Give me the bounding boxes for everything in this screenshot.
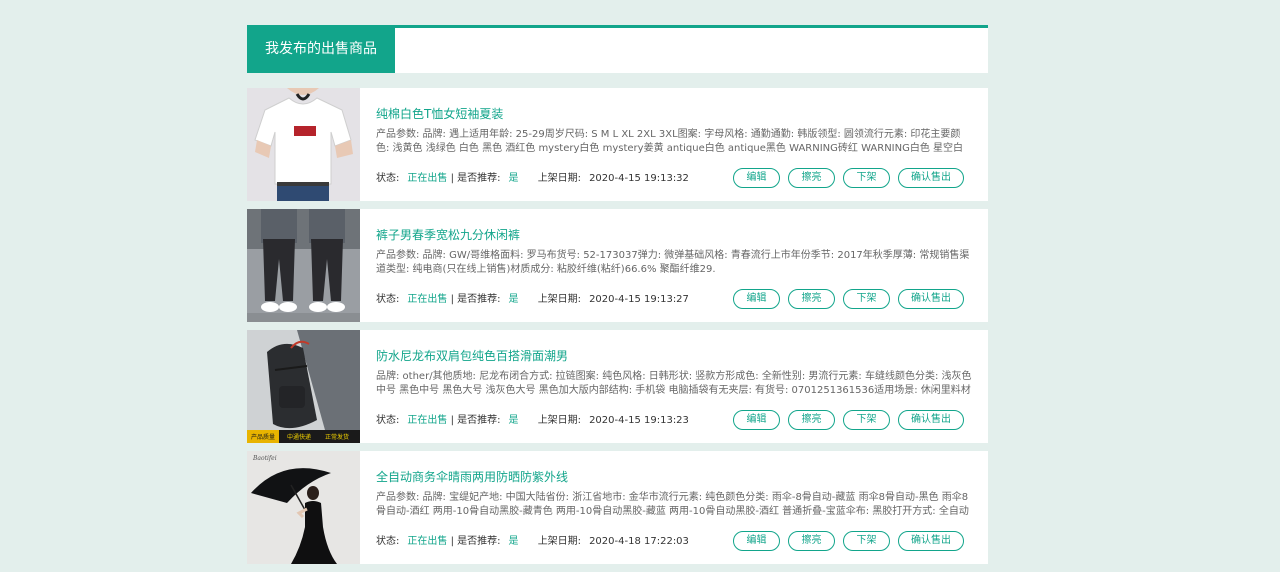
status-value: 正在出售 — [407, 536, 448, 547]
recommend-value: 是 — [508, 415, 519, 426]
confirm-sold-button[interactable]: 确认售出 — [898, 289, 964, 309]
item-title[interactable]: 全自动商务伞晴雨两用防晒防紫外线 — [376, 468, 568, 485]
item-meta: 状态: 正在出售 | 是否推荐: 是 上架日期: 2020-4-15 19:13:32 — [376, 169, 689, 184]
date-label: 上架日期: — [537, 415, 582, 426]
image-caption-left: 产品质量 — [251, 433, 275, 441]
product-image-tshirt[interactable] — [247, 88, 360, 201]
item-actions: 编辑 擦亮 下架 确认售出 — [733, 531, 964, 551]
image-caption-mid: 中通快递 — [287, 433, 311, 441]
status-label: 状态: — [376, 415, 400, 426]
status-value: 正在出售 — [407, 415, 448, 426]
item-actions: 编辑 擦亮 下架 确认售出 — [733, 410, 964, 430]
status-label: 状态: — [376, 294, 400, 305]
polish-button[interactable]: 擦亮 — [788, 531, 835, 551]
date-value: 2020-4-15 19:13:23 — [589, 415, 689, 426]
off-shelf-button[interactable]: 下架 — [843, 531, 890, 551]
item-meta: 状态: 正在出售 | 是否推荐: 是 上架日期: 2020-4-15 19:13:23 — [376, 411, 689, 426]
item-params: 产品参数: 品牌: 宝缇妃产地: 中国大陆省份: 浙江省地市: 金华市流行元素:… — [376, 492, 969, 517]
recommend-value: 是 — [508, 536, 519, 547]
edit-button[interactable]: 编辑 — [733, 289, 780, 309]
separator: | — [450, 294, 454, 305]
separator: | — [450, 536, 454, 547]
status-value: 正在出售 — [407, 173, 448, 184]
confirm-sold-button[interactable]: 确认售出 — [898, 531, 964, 551]
edit-button[interactable]: 编辑 — [733, 410, 780, 430]
image-logo: Baotifei — [252, 455, 277, 462]
recommend-label: 是否推荐: — [457, 173, 501, 184]
status-value: 正在出售 — [407, 294, 448, 305]
separator: | — [450, 415, 454, 426]
list-item: 裤子男春季宽松九分休闲裤 产品参数: 品牌: GW/哥维格面料: 罗马布货号: … — [247, 209, 988, 322]
item-actions: 编辑 擦亮 下架 确认售出 — [733, 289, 964, 309]
sales-panel: 我发布的出售商品 纯棉白色T恤女短袖夏装 产品参数: 品牌: 遇上适用年龄: 2… — [247, 25, 988, 572]
tab-my-sale-items[interactable]: 我发布的出售商品 — [247, 25, 395, 73]
recommend-label: 是否推荐: — [457, 536, 501, 547]
off-shelf-button[interactable]: 下架 — [843, 168, 890, 188]
item-params: 产品参数: 品牌: 遇上适用年龄: 25-29周岁尺码: S M L XL 2X… — [376, 129, 964, 154]
list-item: Baotifei 全自动商务伞晴雨两用防晒防紫外线 产品参数: 品牌: 宝缇妃产… — [247, 451, 988, 564]
polish-button[interactable]: 擦亮 — [788, 289, 835, 309]
edit-button[interactable]: 编辑 — [733, 531, 780, 551]
off-shelf-button[interactable]: 下架 — [843, 410, 890, 430]
date-label: 上架日期: — [537, 173, 582, 184]
product-image-umbrella[interactable]: Baotifei — [247, 451, 360, 564]
item-title[interactable]: 裤子男春季宽松九分休闲裤 — [376, 226, 520, 243]
date-value: 2020-4-15 19:13:32 — [589, 173, 689, 184]
date-label: 上架日期: — [537, 536, 582, 547]
item-title[interactable]: 纯棉白色T恤女短袖夏装 — [376, 105, 503, 122]
polish-button[interactable]: 擦亮 — [788, 410, 835, 430]
separator: | — [450, 173, 454, 184]
product-image-pants[interactable] — [247, 209, 360, 322]
off-shelf-button[interactable]: 下架 — [843, 289, 890, 309]
date-value: 2020-4-18 17:22:03 — [589, 536, 689, 547]
item-params: 产品参数: 品牌: GW/哥维格面料: 罗马布货号: 52-173037弹力: … — [376, 250, 970, 275]
recommend-value: 是 — [508, 294, 519, 305]
item-params: 品牌: other/其他质地: 尼龙布闭合方式: 拉链图案: 纯色风格: 日韩形… — [376, 371, 972, 396]
date-label: 上架日期: — [537, 294, 582, 305]
polish-button[interactable]: 擦亮 — [788, 168, 835, 188]
confirm-sold-button[interactable]: 确认售出 — [898, 410, 964, 430]
recommend-label: 是否推荐: — [457, 415, 501, 426]
edit-button[interactable]: 编辑 — [733, 168, 780, 188]
product-image-backpack[interactable]: 产品质量 中通快递 正常发货 — [247, 330, 360, 443]
status-label: 状态: — [376, 173, 400, 184]
item-meta: 状态: 正在出售 | 是否推荐: 是 上架日期: 2020-4-18 17:22:03 — [376, 532, 689, 547]
status-label: 状态: — [376, 536, 400, 547]
list-item: 纯棉白色T恤女短袖夏装 产品参数: 品牌: 遇上适用年龄: 25-29周岁尺码:… — [247, 88, 988, 201]
item-meta: 状态: 正在出售 | 是否推荐: 是 上架日期: 2020-4-15 19:13:27 — [376, 290, 689, 305]
recommend-label: 是否推荐: — [457, 294, 501, 305]
date-value: 2020-4-15 19:13:27 — [589, 294, 689, 305]
panel-header: 我发布的出售商品 — [247, 25, 988, 73]
list-item: 产品质量 中通快递 正常发货 防水尼龙布双肩包纯色百搭滑面潮男 品牌: othe… — [247, 330, 988, 443]
confirm-sold-button[interactable]: 确认售出 — [898, 168, 964, 188]
item-actions: 编辑 擦亮 下架 确认售出 — [733, 168, 964, 188]
recommend-value: 是 — [508, 173, 519, 184]
item-title[interactable]: 防水尼龙布双肩包纯色百搭滑面潮男 — [376, 347, 568, 364]
item-list: 纯棉白色T恤女短袖夏装 产品参数: 品牌: 遇上适用年龄: 25-29周岁尺码:… — [247, 88, 988, 564]
image-caption-right: 正常发货 — [325, 433, 349, 441]
